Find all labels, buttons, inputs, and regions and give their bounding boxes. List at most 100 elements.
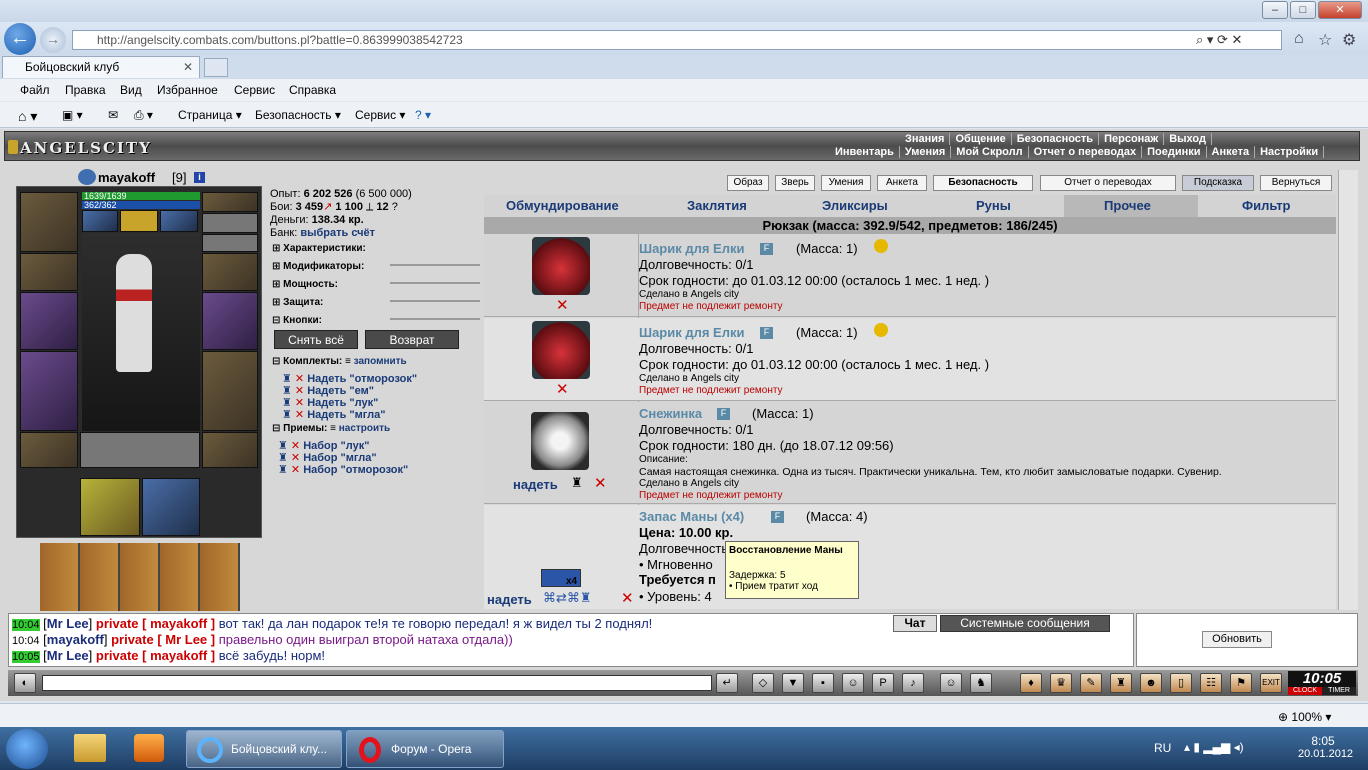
translit-icon[interactable]: P <box>872 673 894 693</box>
scrollbar[interactable] <box>1338 170 1358 610</box>
amulet-slot[interactable] <box>202 192 258 212</box>
section-power[interactable]: ⊞ Мощность: <box>272 279 338 290</box>
media-player-icon[interactable] <box>134 734 164 762</box>
xmas-ball-icon[interactable] <box>532 237 590 295</box>
item-name[interactable]: Запас Маны (x4) <box>639 509 744 524</box>
home-icon[interactable]: ⌂ <box>1294 30 1304 48</box>
transfer-report-button[interactable]: Отчет о переводах <box>1040 175 1176 191</box>
info-f-icon[interactable]: F <box>760 243 773 255</box>
nav-character[interactable]: Персонаж <box>1099 133 1165 145</box>
nav-settings[interactable]: Настройки <box>1255 146 1325 158</box>
pet-button[interactable]: Зверь <box>775 175 815 191</box>
feeds-icon[interactable]: ▣ ▾ <box>62 108 83 122</box>
xmas-ball-icon[interactable] <box>532 321 590 379</box>
return-button[interactable]: Вернуться <box>1260 175 1332 191</box>
image-button[interactable]: Образ <box>727 175 769 191</box>
timer-label[interactable]: TIMER <box>1322 687 1356 695</box>
close-window-button[interactable]: ✕ <box>1318 1 1362 19</box>
flag-icon[interactable]: ⚑ <box>1230 673 1252 693</box>
nav-communication[interactable]: Общение <box>950 133 1012 145</box>
info-f-icon[interactable]: F <box>760 327 773 339</box>
chat-private[interactable]: private [ mayakoff ] <box>96 648 215 663</box>
menu-view[interactable]: Вид <box>120 83 142 97</box>
new-tab-button[interactable] <box>204 58 228 77</box>
set-item[interactable]: ♜ ✕ Надеть "мгла" <box>282 408 385 421</box>
tab-runes[interactable]: Руны <box>976 198 1011 213</box>
skills-button[interactable]: Умения <box>821 175 871 191</box>
move-icons[interactable]: ⌘⇄⌘♜ <box>543 590 592 606</box>
start-button[interactable] <box>6 729 48 769</box>
nav-fights[interactable]: Поединки <box>1142 146 1207 158</box>
shield-slot[interactable] <box>202 292 258 350</box>
item-name[interactable]: Шарик для Елки <box>639 325 744 340</box>
equip-link[interactable]: надеть <box>487 592 532 607</box>
remove-all-button[interactable]: Снять всё <box>274 330 358 349</box>
taskbar-ie[interactable]: Бойцовский клу... <box>186 730 342 768</box>
delete-icon[interactable]: ✕ <box>594 474 607 492</box>
zoom-control[interactable]: ⊕ 100% ▾ <box>1278 710 1331 724</box>
nav-profile[interactable]: Анкета <box>1206 146 1256 158</box>
settings-icon[interactable]: ⚙ <box>1342 30 1356 50</box>
delete-icon[interactable]: ✕ <box>621 589 634 607</box>
weapon-slot[interactable] <box>20 292 78 350</box>
menu-favorites[interactable]: Избранное <box>157 83 218 97</box>
item-name[interactable]: Снежинка <box>639 406 702 421</box>
earrings-slot[interactable] <box>202 213 258 233</box>
nav-skills[interactable]: Умения <box>899 146 952 158</box>
chat-nick[interactable]: mayakoff <box>47 632 104 647</box>
safety-menu[interactable]: Безопасность ▾ <box>255 108 341 122</box>
group-icon[interactable]: ☷ <box>1200 673 1222 693</box>
help-icon[interactable]: ? ▾ <box>415 108 431 122</box>
pocket-slots[interactable] <box>80 432 200 468</box>
character-name[interactable]: mayakoff <box>98 170 155 185</box>
nav-inventory[interactable]: Инвентарь <box>830 146 900 158</box>
tools-menu[interactable]: Сервис ▾ <box>355 108 405 122</box>
exit-icon[interactable]: EXIT <box>1260 673 1282 693</box>
bag-slot[interactable] <box>80 478 140 536</box>
sound-icon[interactable]: ♪ <box>902 673 924 693</box>
clan-chat-icon[interactable]: ♞ <box>970 673 992 693</box>
chat-private[interactable]: private [ mayakoff ] <box>96 616 215 631</box>
info-f-icon[interactable]: F <box>717 408 730 420</box>
scroll-icon[interactable]: ✎ <box>1080 673 1102 693</box>
legs-slot[interactable] <box>202 351 258 431</box>
forward-button[interactable]: → <box>40 27 66 53</box>
clock-label[interactable]: CLOCK <box>1288 687 1322 695</box>
section-modifiers[interactable]: ⊞ Модификаторы: <box>272 261 364 272</box>
nav-transfer-report[interactable]: Отчет о переводах <box>1028 146 1143 158</box>
chat-nick[interactable]: Mr Lee <box>47 648 89 663</box>
chat-input[interactable] <box>42 675 712 691</box>
move-set-item[interactable]: ♜ ✕ Набор "отморозок" <box>278 463 408 476</box>
moves-config-link[interactable]: настроить <box>339 423 390 434</box>
mail-icon[interactable]: ✉ <box>108 108 118 122</box>
profile-button[interactable]: Анкета <box>877 175 927 191</box>
set-label[interactable]: Надеть "мгла" <box>307 409 385 421</box>
mask-icon[interactable]: ☻ <box>1140 673 1162 693</box>
print-icon[interactable]: ⎙ ▾ <box>134 108 153 123</box>
knight-icon[interactable]: ♜ <box>1110 673 1132 693</box>
info-f-icon[interactable]: F <box>771 511 784 523</box>
bag-icon[interactable]: ♦ <box>1020 673 1042 693</box>
tab-spells[interactable]: Заклятия <box>687 198 747 213</box>
return-items-button[interactable]: Возврат <box>365 330 459 349</box>
browser-tab[interactable]: Бойцовский клуб ✕ <box>2 56 200 78</box>
armor-slot[interactable] <box>20 351 78 431</box>
maximize-button[interactable]: □ <box>1290 1 1316 19</box>
nav-exit[interactable]: Выход <box>1164 133 1212 145</box>
address-bar[interactable]: http://angelscity.combats.com/buttons.pl… <box>72 30 1282 50</box>
tab-equipment[interactable]: Обмундирование <box>506 198 619 213</box>
section-characteristics[interactable]: ⊞ Характеристики: <box>272 243 366 254</box>
fighter-icon[interactable]: ☺ <box>842 673 864 693</box>
delete-icon[interactable]: ✕ <box>556 380 569 398</box>
pet-slot[interactable] <box>142 478 200 536</box>
menu-edit[interactable]: Правка <box>65 83 106 97</box>
rings-slot[interactable] <box>202 234 258 252</box>
delete-icon[interactable]: ✕ <box>556 296 569 314</box>
chat-nick[interactable]: Mr Lee <box>47 616 89 631</box>
eraser-icon[interactable]: ◇ <box>752 673 774 693</box>
nav-scroll[interactable]: Мой Скролл <box>951 146 1029 158</box>
nav-security[interactable]: Безопасность <box>1011 133 1100 145</box>
page-menu[interactable]: Страница ▾ <box>178 108 242 122</box>
close-tab-icon[interactable]: ✕ <box>183 57 193 77</box>
favorites-icon[interactable]: ☆ <box>1318 30 1332 50</box>
